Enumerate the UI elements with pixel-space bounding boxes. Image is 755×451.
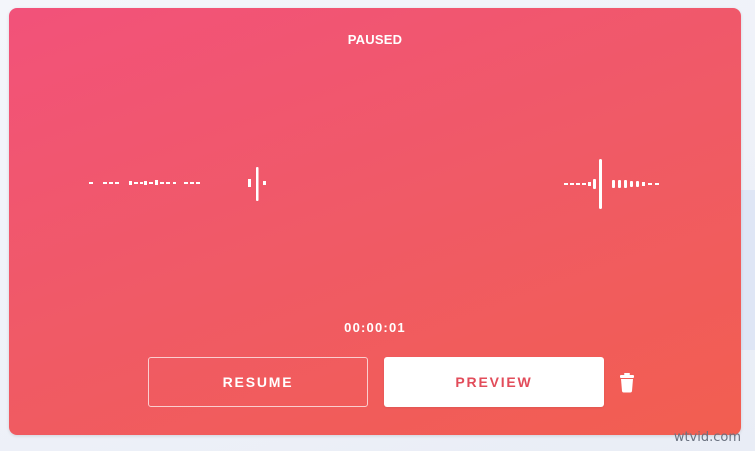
trash-icon[interactable] <box>617 372 637 394</box>
elapsed-time: 00:00:01 <box>344 320 406 335</box>
recording-status: PAUSED <box>347 32 403 47</box>
recorder-panel: PAUSED 00:00:01 RESUME PREVIEW <box>9 8 741 435</box>
watermark: wtvid.com <box>673 430 741 445</box>
resume-button[interactable]: RESUME <box>148 357 368 407</box>
waveform-left <box>87 158 277 210</box>
waveform-right <box>562 158 672 210</box>
preview-button[interactable]: PREVIEW <box>384 357 604 407</box>
page: PAUSED 00:00:01 RESUME PREVIEW wtvid.com <box>0 0 755 451</box>
